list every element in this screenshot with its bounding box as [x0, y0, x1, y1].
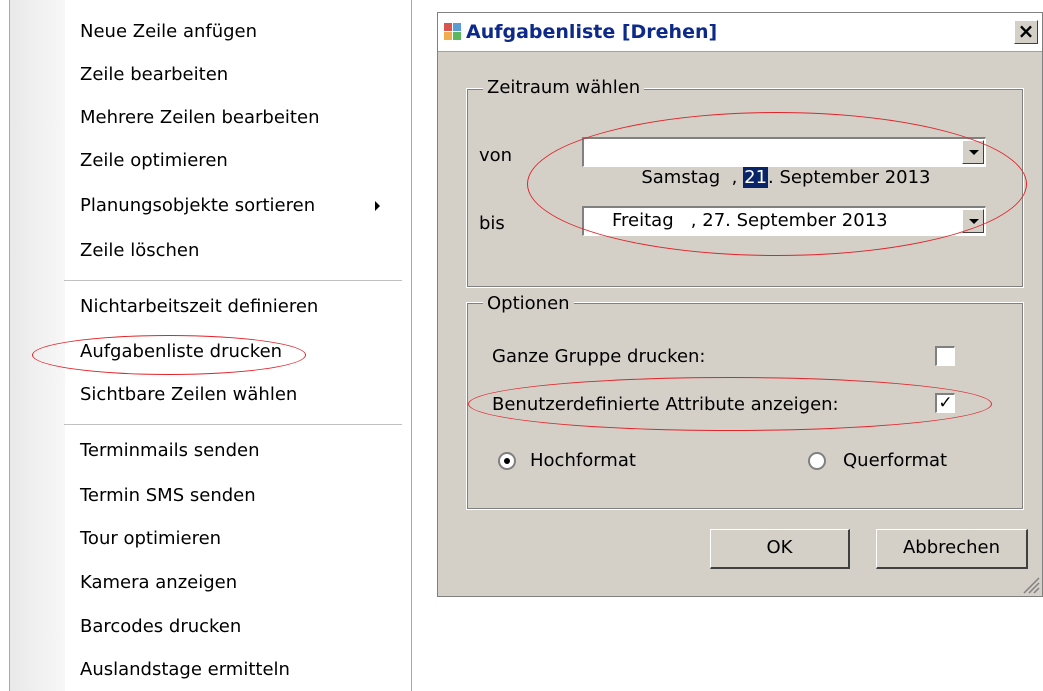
- querformat-label[interactable]: Querformat: [843, 449, 947, 473]
- resize-grip-icon[interactable]: [1020, 574, 1040, 594]
- menu-item-termin-sms[interactable]: Termin SMS senden: [80, 476, 400, 516]
- attribute-label: Benutzerdefinierte Attribute anzeigen:: [492, 394, 839, 415]
- von-month-year: . September 2013: [768, 167, 931, 188]
- app-icon: [444, 23, 461, 40]
- von-separator: ,: [720, 167, 744, 188]
- menu-item-zeile-loeschen[interactable]: Zeile löschen: [80, 231, 400, 271]
- aufgabenliste-dialog: Aufgabenliste [Drehen] × Zeitraum wählen…: [437, 12, 1043, 597]
- bis-date-picker[interactable]: Freitag , 27. September 2013: [582, 206, 986, 236]
- optionen-legend: Optionen: [483, 293, 574, 315]
- ganze-gruppe-label: Ganze Gruppe drucken:: [492, 346, 706, 367]
- menu-item-mehrere-zeilen[interactable]: Mehrere Zeilen bearbeiten: [80, 98, 400, 138]
- menu-item-auslandstage[interactable]: Auslandstage ermitteln: [80, 650, 400, 690]
- bis-dropdown-button[interactable]: [962, 209, 984, 233]
- menu-item-neue-zeile[interactable]: Neue Zeile anfügen: [80, 12, 400, 52]
- hochformat-radio[interactable]: [498, 452, 516, 470]
- von-day-selected[interactable]: 21: [743, 167, 769, 188]
- menu-item-zeile-optimieren[interactable]: Zeile optimieren: [80, 141, 400, 181]
- menu-item-aufgabenliste-drucken[interactable]: Aufgabenliste drucken: [80, 332, 400, 372]
- menu-border: [411, 0, 412, 691]
- von-date-picker[interactable]: Samstag , 21. September 2013: [582, 137, 986, 188]
- hochformat-label[interactable]: Hochformat: [530, 449, 636, 473]
- von-dropdown-button[interactable]: [962, 140, 984, 164]
- menu-icon-gutter: [9, 0, 65, 691]
- menu-item-zeile-bearbeiten[interactable]: Zeile bearbeiten: [80, 55, 400, 95]
- menu-item-tour-optimieren[interactable]: Tour optimieren: [80, 519, 400, 559]
- dialog-title: Aufgabenliste [Drehen]: [466, 21, 718, 43]
- von-label: von: [479, 145, 513, 166]
- menu-item-planungsobjekte-sortieren[interactable]: Planungsobjekte sortieren: [80, 186, 400, 226]
- von-weekday: Samstag: [641, 167, 721, 188]
- ganze-gruppe-checkbox[interactable]: [935, 346, 955, 366]
- menu-item-nichtarbeitszeit[interactable]: Nichtarbeitszeit definieren: [80, 287, 400, 327]
- menu-separator: [64, 280, 402, 281]
- ok-button[interactable]: OK: [710, 529, 850, 569]
- zeitraum-legend: Zeitraum wählen: [483, 77, 645, 99]
- menu-item-kamera-anzeigen[interactable]: Kamera anzeigen: [80, 563, 400, 603]
- abbrechen-button[interactable]: Abbrechen: [876, 529, 1028, 569]
- querformat-radio[interactable]: [808, 452, 826, 470]
- close-button[interactable]: ×: [1014, 20, 1038, 44]
- bis-label: bis: [479, 213, 505, 234]
- bis-date-value: Freitag , 27. September 2013: [612, 210, 888, 231]
- menu-item-sichtbare-zeilen[interactable]: Sichtbare Zeilen wählen: [80, 375, 400, 415]
- submenu-arrow-icon: [375, 201, 380, 211]
- context-menu: Neue Zeile anfügen Zeile bearbeiten Mehr…: [0, 0, 414, 691]
- title-bar[interactable]: Aufgabenliste [Drehen] ×: [438, 13, 1042, 52]
- menu-separator: [64, 424, 402, 425]
- menu-item-barcodes-drucken[interactable]: Barcodes drucken: [80, 607, 400, 647]
- menu-item-terminmails[interactable]: Terminmails senden: [80, 431, 400, 471]
- attribute-checkbox[interactable]: ✓: [935, 393, 955, 413]
